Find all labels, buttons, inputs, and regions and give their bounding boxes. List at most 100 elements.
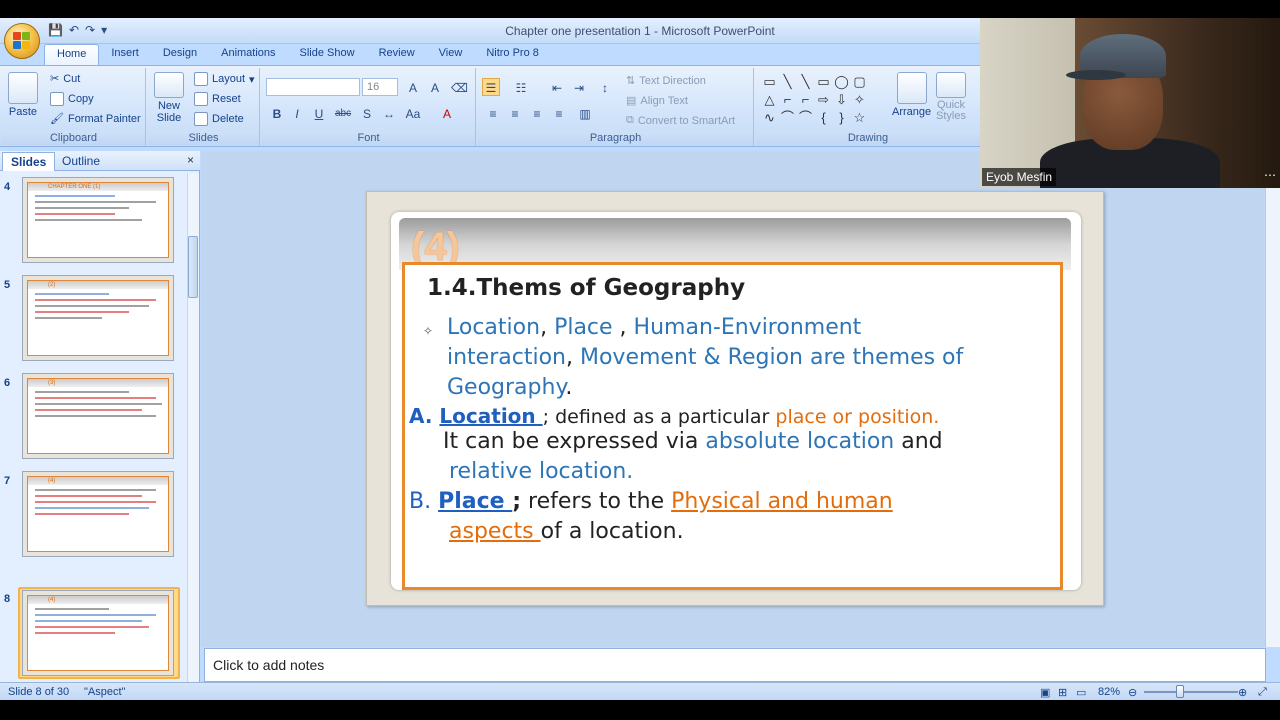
underline-icon[interactable]: U [310,104,328,122]
font-size-field[interactable]: 16 [362,78,398,96]
tab-review[interactable]: Review [367,44,427,66]
align-left-icon[interactable]: ≡ [484,104,502,122]
rounded-rect-shape-icon[interactable]: ▢ [852,74,867,89]
point-b-text: refers to the [521,489,672,514]
tab-outline[interactable]: Outline [54,152,108,171]
zoom-level[interactable]: 82% [1098,686,1120,698]
convert-smartart-button[interactable]: ⧉ Convert to SmartArt [626,114,735,127]
tab-slide-show[interactable]: Slide Show [288,44,367,66]
star-shape-icon[interactable]: ✧ [852,92,867,107]
line-shape-icon[interactable]: ╲ [798,74,813,89]
reset-icon [194,92,208,106]
status-bar: Slide 8 of 30 "Aspect" ▣ ⊞ ▭ 82% ⊖ ⊕ ⤢ [0,682,1280,700]
tab-slides[interactable]: Slides [2,152,56,171]
line-shape-icon[interactable]: ╲ [780,74,795,89]
star-shape-icon[interactable]: ☆ [852,110,867,125]
shrink-font-icon[interactable]: A [426,78,444,96]
slide-thumbnail-selected[interactable]: (4) [22,590,174,676]
tab-design[interactable]: Design [151,44,209,66]
zoom-in-icon[interactable]: ⊕ [1238,686,1247,699]
decrease-indent-icon[interactable]: ⇤ [548,78,566,96]
line-spacing-icon[interactable]: ↕ [596,78,614,96]
justify-icon[interactable]: ≡ [550,104,568,122]
paste-button[interactable]: Paste [8,72,38,118]
layout-button[interactable]: Layout ▾ [194,72,255,86]
bullet-text: Geography [447,375,566,400]
new-slide-button[interactable]: New Slide [154,72,184,124]
elbow-connector-icon[interactable]: ⌐ [798,92,813,107]
bullet-text: Human-Environment [633,315,862,340]
slide-sorter-icon[interactable]: ⊞ [1058,686,1067,699]
slide-text-box[interactable]: 1.4.Thems of Geography ✧ Location, Place… [402,262,1063,590]
slides-panel-scroll-thumb[interactable] [188,236,198,298]
point-a-line-3: relative location. [449,457,633,487]
delete-button[interactable]: Delete [194,112,244,126]
format-painter-button[interactable]: 🖌 Format Painter [50,112,141,126]
align-right-icon[interactable]: ≡ [528,104,546,122]
point-b-text: ; [512,489,522,514]
strikethrough-icon[interactable]: abc [334,104,352,122]
slide-thumbnail[interactable]: (2) [22,275,174,361]
columns-icon[interactable]: ▥ [576,104,594,122]
bullets-icon[interactable]: ☰ [482,78,500,96]
copy-button[interactable]: Copy [50,92,94,106]
slide-thumbnail[interactable]: (4) [22,471,174,557]
rectangle-shape-icon[interactable]: ▭ [816,74,831,89]
vertical-scrollbar[interactable] [1265,151,1280,647]
textbox-shape-icon[interactable]: ▭ [762,74,777,89]
zoom-out-icon[interactable]: ⊖ [1128,686,1137,699]
thumbnail-title: (4) [28,477,168,485]
bold-icon[interactable]: B [268,104,286,122]
font-color-icon[interactable]: A [438,104,456,122]
tab-insert[interactable]: Insert [99,44,151,66]
oval-shape-icon[interactable]: ◯ [834,74,849,89]
grow-font-icon[interactable]: A [404,78,422,96]
notes-pane[interactable]: Click to add notes [204,648,1266,682]
text-direction-button[interactable]: ⇅ Text Direction [626,74,706,88]
brace-shape-icon[interactable]: } [834,110,849,125]
zoom-slider-track[interactable] [1144,691,1238,693]
quick-styles-icon [936,72,966,98]
webcam-overlay: Eyob Mesfin ⋯ [980,18,1280,188]
down-arrow-shape-icon[interactable]: ⇩ [834,92,849,107]
italic-icon[interactable]: I [288,104,306,122]
slide-thumbnail[interactable]: CHAPTER ONE (1) [22,177,174,263]
align-text-button[interactable]: ▤ Align Text [626,94,688,108]
numbering-icon[interactable]: ☷ [512,78,530,96]
arrange-button[interactable]: Arrange [892,72,931,118]
tab-nitro-pro[interactable]: Nitro Pro 8 [474,44,551,66]
point-a-text: absolute location [705,429,895,454]
font-name-field[interactable] [266,78,360,96]
zoom-slider-knob[interactable] [1176,685,1184,698]
office-button[interactable] [4,23,40,59]
char-spacing-icon[interactable]: ↔ [380,104,398,122]
slide-thumbnail[interactable]: (3) [22,373,174,459]
shadow-icon[interactable]: S [358,104,376,122]
close-icon[interactable]: × [187,153,194,167]
slide-canvas[interactable]: (4) 1.4.Thems of Geography ✧ Location, P… [366,191,1104,606]
brace-shape-icon[interactable]: { [816,110,831,125]
right-arrow-shape-icon[interactable]: ⇨ [816,92,831,107]
quick-styles-label-2: Styles [936,110,966,122]
font-group: 16 A A ⌫ B I U abc S ↔ Aa A Font [262,68,476,146]
triangle-shape-icon[interactable]: △ [762,92,777,107]
reset-button[interactable]: Reset [194,92,241,106]
arc-shape-icon[interactable]: ⌒ [780,110,795,125]
align-center-icon[interactable]: ≡ [506,104,524,122]
tab-animations[interactable]: Animations [209,44,287,66]
increase-indent-icon[interactable]: ⇥ [570,78,588,96]
curve-shape-icon[interactable]: ∿ [762,110,777,125]
cut-button[interactable]: ✂ Cut [50,72,80,86]
change-case-icon[interactable]: Aa [404,104,422,122]
fit-to-window-icon[interactable]: ⤢ [1258,686,1267,699]
tab-home[interactable]: Home [44,44,100,66]
clear-formatting-icon[interactable]: ⌫ [450,78,468,96]
elbow-connector-icon[interactable]: ⌐ [780,92,795,107]
tab-view[interactable]: View [427,44,475,66]
thumbnail-title: (3) [28,379,168,387]
arc-shape-icon[interactable]: ⌒ [798,110,813,125]
normal-view-icon[interactable]: ▣ [1040,686,1050,699]
quick-styles-button[interactable]: Quick Styles [936,72,966,122]
slideshow-view-icon[interactable]: ▭ [1076,686,1086,699]
more-options-icon[interactable]: ⋯ [1264,168,1276,182]
